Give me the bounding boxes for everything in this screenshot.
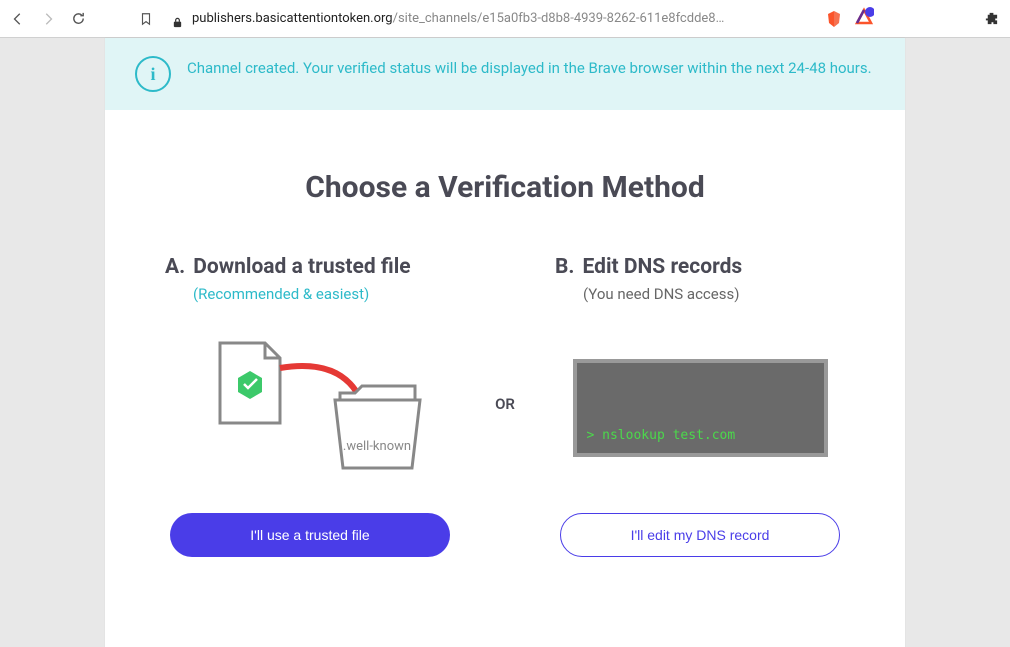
option-b-letter: B. bbox=[555, 255, 575, 279]
info-banner: i Channel created. Your verified status … bbox=[105, 38, 905, 110]
use-trusted-file-button[interactable]: I'll use a trusted file bbox=[170, 513, 450, 557]
option-b-subtitle: (You need DNS access) bbox=[583, 285, 739, 303]
options-row: A. Download a trusted file (Recommended … bbox=[145, 255, 865, 557]
edit-dns-record-button[interactable]: I'll edit my DNS record bbox=[560, 513, 840, 557]
option-b-illustration: > nslookup test.com bbox=[573, 333, 828, 483]
option-a-header: A. Download a trusted file bbox=[165, 255, 411, 279]
brave-shield-icon[interactable] bbox=[824, 9, 844, 29]
page-title: Choose a Verification Method bbox=[145, 170, 865, 205]
nav-buttons bbox=[10, 11, 86, 27]
reload-button[interactable] bbox=[70, 11, 86, 27]
option-b-header: B. Edit DNS records bbox=[555, 255, 742, 279]
browser-toolbar: publishers.basicattentiontoken.org/site_… bbox=[0, 0, 1010, 38]
or-divider: OR bbox=[495, 395, 515, 413]
info-icon: i bbox=[135, 56, 171, 92]
bookmark-button[interactable] bbox=[138, 11, 154, 27]
main-content: Choose a Verification Method A. Download… bbox=[105, 110, 905, 597]
banner-text: Channel created. Your verified status wi… bbox=[187, 56, 872, 80]
terminal-text: > nslookup test.com bbox=[587, 428, 736, 443]
terminal-icon: > nslookup test.com bbox=[573, 359, 828, 457]
url-path: /site_channels/e15a0fb3-d8b8-4939-8262-6… bbox=[393, 11, 725, 26]
back-button[interactable] bbox=[10, 11, 26, 27]
option-a-illustration: .well-known bbox=[190, 333, 430, 483]
url-hostname: publishers.basicattentiontoken.org bbox=[192, 11, 393, 26]
url-text: publishers.basicattentiontoken.org/site_… bbox=[192, 11, 724, 26]
forward-button[interactable] bbox=[40, 11, 56, 27]
page-content: i Channel created. Your verified status … bbox=[105, 38, 905, 647]
extensions-icon[interactable] bbox=[984, 11, 1000, 27]
option-a-letter: A. bbox=[165, 255, 185, 279]
toolbar-right-icons bbox=[824, 7, 1000, 31]
option-a: A. Download a trusted file (Recommended … bbox=[145, 255, 475, 557]
bat-triangle-icon[interactable] bbox=[854, 7, 874, 31]
folder-label: .well-known bbox=[343, 439, 411, 454]
option-b-title: Edit DNS records bbox=[583, 255, 743, 279]
option-a-title: Download a trusted file bbox=[193, 255, 410, 279]
url-bar[interactable]: publishers.basicattentiontoken.org/site_… bbox=[172, 11, 724, 26]
option-b: B. Edit DNS records (You need DNS access… bbox=[535, 255, 865, 557]
lock-icon bbox=[172, 13, 184, 25]
option-a-subtitle: (Recommended & easiest) bbox=[193, 285, 369, 303]
